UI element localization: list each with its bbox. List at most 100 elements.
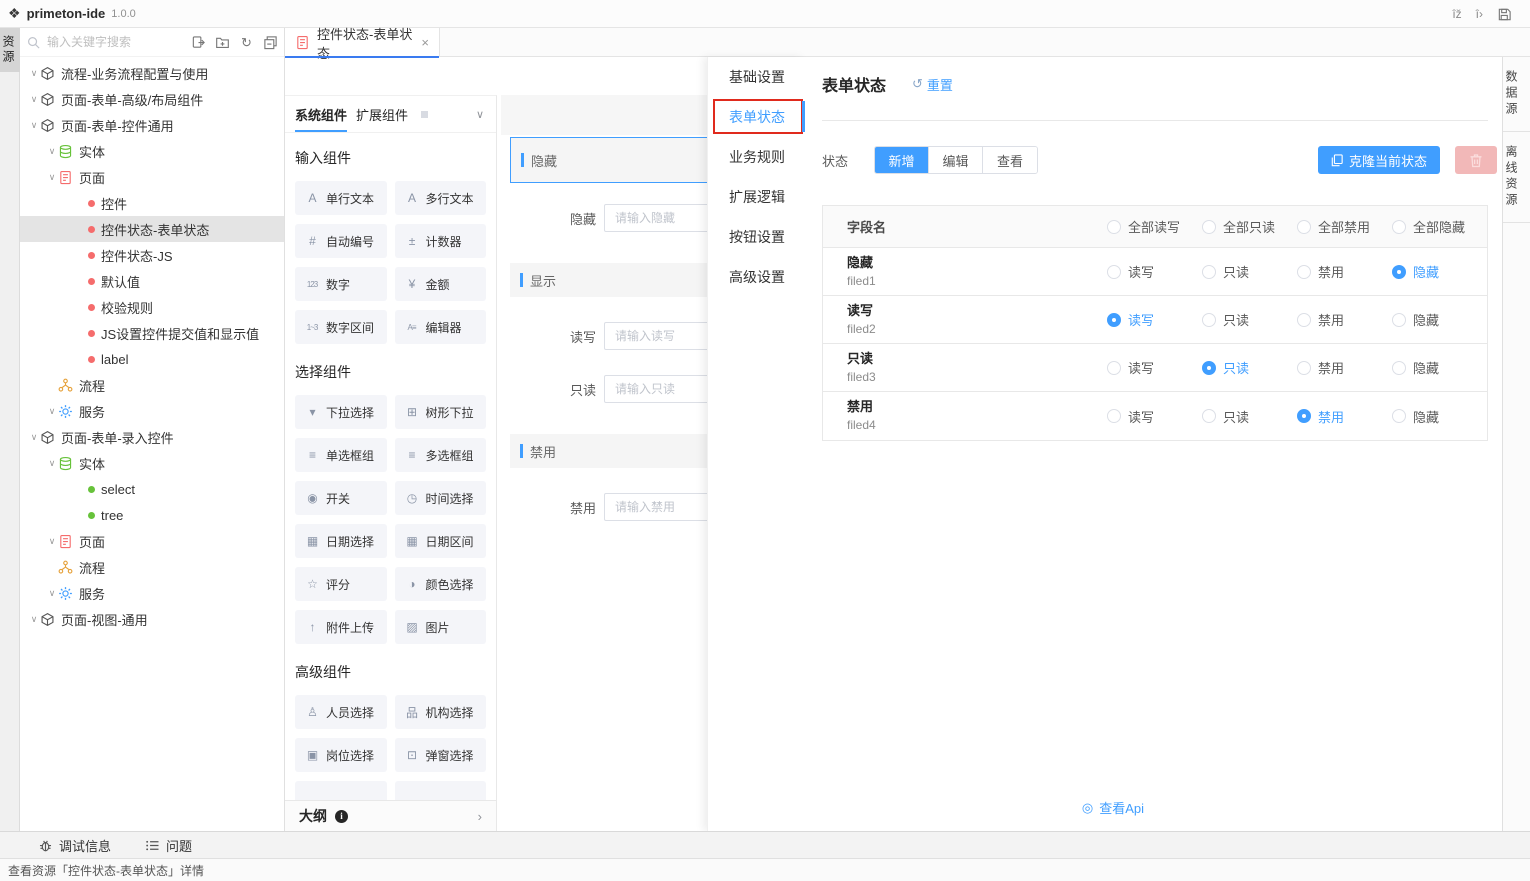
tree-item-页面[interactable]: ∨页面 (20, 528, 284, 554)
header-option-全部隐藏[interactable]: 全部隐藏 (1392, 217, 1487, 236)
expand-icon[interactable]: ∨ (28, 68, 40, 79)
outline-bar[interactable]: 大纲 i › (285, 800, 496, 831)
tree-item-控件状态-表单状态[interactable]: 控件状态-表单状态 (20, 216, 284, 242)
palette-item-下拉选择[interactable]: ▾下拉选择 (295, 395, 387, 429)
settings-menu-item-按钮设置[interactable]: 按钮设置 (708, 217, 805, 257)
palette-item-日期区间[interactable]: ▦日期区间 (395, 524, 487, 558)
resources-vertical-tab[interactable]: 资源 (0, 28, 20, 72)
palette-item-编辑器[interactable]: A≡编辑器 (395, 310, 487, 344)
radio-icon[interactable] (1297, 361, 1311, 375)
right-dock-tab-数据源[interactable]: 数据源 (1503, 57, 1530, 132)
tab-close-icon[interactable]: × (421, 35, 429, 50)
tree-item-流程-业务流程配置与使用[interactable]: ∨流程-业务流程配置与使用 (20, 60, 284, 86)
radio-option-filed1-隐藏[interactable]: 隐藏 (1392, 262, 1487, 281)
radio-icon[interactable] (1297, 265, 1311, 279)
tree-item-页面-表单-控件通用[interactable]: ∨页面-表单-控件通用 (20, 112, 284, 138)
radio-icon[interactable] (1107, 313, 1121, 327)
radio-option-filed2-禁用[interactable]: 禁用 (1297, 310, 1392, 329)
radio-option-filed2-只读[interactable]: 只读 (1202, 310, 1297, 329)
locate-file-icon[interactable] (191, 35, 206, 50)
radio-option-filed3-读写[interactable]: 读写 (1107, 358, 1202, 377)
radio-icon[interactable] (1202, 265, 1216, 279)
radio-icon[interactable] (1297, 220, 1311, 234)
refresh-icon[interactable]: ↻ (239, 35, 254, 50)
radio-icon[interactable] (1392, 409, 1406, 423)
tree-item-页面-视图-通用[interactable]: ∨页面-视图-通用 (20, 606, 284, 632)
tree-item-默认值[interactable]: 默认值 (20, 268, 284, 294)
clone-current-state-button[interactable]: 克隆当前状态 (1318, 146, 1440, 174)
palette-item-图片[interactable]: ▨图片 (395, 610, 487, 644)
palette-item-开关[interactable]: ◉开关 (295, 481, 387, 515)
expand-icon[interactable]: ∨ (46, 406, 58, 417)
palette-tab-系统组件[interactable]: 系统组件 (295, 96, 347, 132)
palette-item-数字区间[interactable]: 1~3数字区间 (295, 310, 387, 344)
palette-item-计数器[interactable]: ±计数器 (395, 224, 487, 258)
radio-option-filed4-隐藏[interactable]: 隐藏 (1392, 407, 1487, 426)
radio-icon[interactable] (1202, 409, 1216, 423)
radio-icon[interactable] (1392, 220, 1406, 234)
settings-menu-item-表单状态[interactable]: 表单状态 (708, 97, 805, 137)
palette-item-单行文本[interactable]: A单行文本 (295, 181, 387, 215)
settings-menu-item-基础设置[interactable]: 基础设置 (708, 57, 805, 97)
chevron-right-icon[interactable]: › (478, 809, 482, 824)
header-option-全部读写[interactable]: 全部读写 (1107, 217, 1202, 236)
palette-item-附件上传[interactable]: ↑附件上传 (295, 610, 387, 644)
tree-item-JS设置控件提交值和显示值[interactable]: JS设置控件提交值和显示值 (20, 320, 284, 346)
palette-item-树形下拉[interactable]: ⊞树形下拉 (395, 395, 487, 429)
palette-item-机构选择[interactable]: 品机构选择 (395, 695, 487, 729)
bottom-bar-item-调试信息[interactable]: 调试信息 (38, 836, 111, 855)
radio-icon[interactable] (1202, 313, 1216, 327)
tree-item-校验规则[interactable]: 校验规则 (20, 294, 284, 320)
palette-item-单选框组[interactable]: ≡单选框组 (295, 438, 387, 472)
expand-icon[interactable]: ∨ (46, 536, 58, 547)
save-icon[interactable] (1497, 7, 1512, 22)
palette-item-多行文本[interactable]: A多行文本 (395, 181, 487, 215)
palette-item-时间选择[interactable]: ◷时间选择 (395, 481, 487, 515)
radio-icon[interactable] (1202, 220, 1216, 234)
radio-option-filed1-禁用[interactable]: 禁用 (1297, 262, 1392, 281)
tree-item-实体[interactable]: ∨实体 (20, 138, 284, 164)
radio-icon[interactable] (1107, 409, 1121, 423)
radio-icon[interactable] (1392, 361, 1406, 375)
radio-option-filed1-只读[interactable]: 只读 (1202, 262, 1297, 281)
delete-state-button[interactable] (1455, 146, 1497, 174)
palette-item-多选框组[interactable]: ≡多选框组 (395, 438, 487, 472)
palette-item-颜色选择[interactable]: ◑颜色选择 (395, 567, 487, 601)
tree-item-控件[interactable]: 控件 (20, 190, 284, 216)
radio-option-filed1-读写[interactable]: 读写 (1107, 262, 1202, 281)
radio-option-filed4-只读[interactable]: 只读 (1202, 407, 1297, 426)
expand-icon[interactable]: ∨ (28, 94, 40, 105)
settings-menu-item-高级设置[interactable]: 高级设置 (708, 257, 805, 297)
palette-item-clipped[interactable] (295, 781, 387, 801)
expand-icon[interactable]: ∨ (46, 146, 58, 157)
expand-icon[interactable]: ∨ (46, 588, 58, 599)
radio-option-filed3-禁用[interactable]: 禁用 (1297, 358, 1392, 377)
palette-item-人员选择[interactable]: ♙人员选择 (295, 695, 387, 729)
palette-item-自动编号[interactable]: #自动编号 (295, 224, 387, 258)
tree-item-流程[interactable]: 流程 (20, 372, 284, 398)
state-option-新增[interactable]: 新增 (875, 147, 929, 173)
tree-item-页面-表单-高级/布局组件[interactable]: ∨页面-表单-高级/布局组件 (20, 86, 284, 112)
expand-icon[interactable]: ∨ (46, 172, 58, 183)
radio-option-filed4-禁用[interactable]: 禁用 (1297, 407, 1392, 426)
radio-icon[interactable] (1392, 313, 1406, 327)
palette-chevron-down-icon[interactable]: ∨ (476, 108, 484, 121)
tree-item-控件状态-JS[interactable]: 控件状态-JS (20, 242, 284, 268)
tree-item-tree[interactable]: tree (20, 502, 284, 528)
radio-icon[interactable] (1202, 361, 1216, 375)
expand-icon[interactable]: ∨ (46, 458, 58, 469)
radio-icon[interactable] (1297, 409, 1311, 423)
radio-icon[interactable] (1297, 313, 1311, 327)
settings-menu-item-业务规则[interactable]: 业务规则 (708, 137, 805, 177)
radio-icon[interactable] (1107, 361, 1121, 375)
tree-item-服务[interactable]: ∨服务 (20, 580, 284, 606)
palette-item-评分[interactable]: ☆评分 (295, 567, 387, 601)
expand-icon[interactable]: ∨ (28, 120, 40, 131)
radio-icon[interactable] (1107, 265, 1121, 279)
header-option-全部禁用[interactable]: 全部禁用 (1297, 217, 1392, 236)
bottom-bar-item-问题[interactable]: 问题 (145, 836, 192, 855)
radio-icon[interactable] (1107, 220, 1121, 234)
radio-option-filed2-隐藏[interactable]: 隐藏 (1392, 310, 1487, 329)
tree-item-select[interactable]: select (20, 476, 284, 502)
palette-item-岗位选择[interactable]: ▣岗位选择 (295, 738, 387, 772)
